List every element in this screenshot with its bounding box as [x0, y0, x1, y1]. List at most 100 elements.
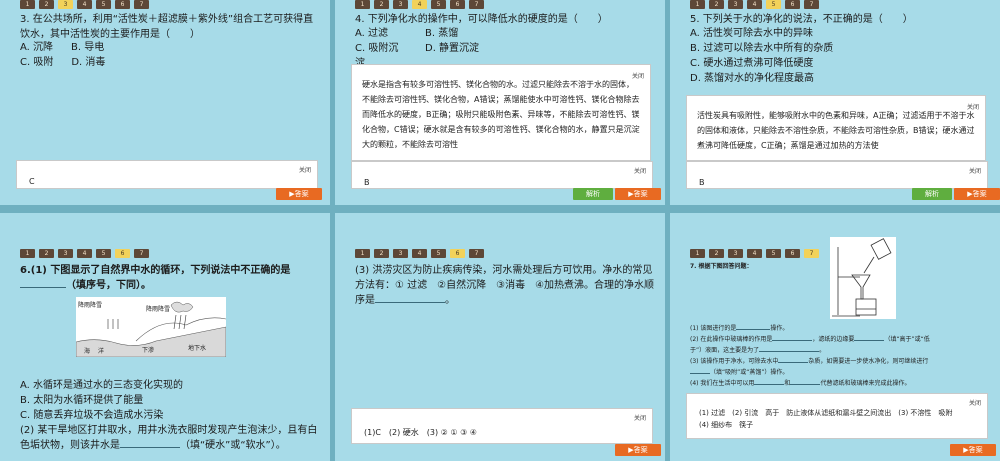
- question-part-a: (3) 洪涝灾区为防止疾病传染，河水需处理后方可饮用。净水的常见方法有：① 过滤…: [355, 265, 655, 306]
- answer-blank[interactable]: [20, 287, 66, 288]
- tab-3[interactable]: 3: [728, 0, 743, 9]
- question-tabs: 1 2 3 4 5 6 7: [690, 249, 819, 258]
- tab-6[interactable]: 6: [450, 0, 465, 9]
- answer-text: C: [29, 177, 35, 186]
- tab-4[interactable]: 4: [747, 249, 762, 258]
- tab-7[interactable]: 7: [804, 249, 819, 258]
- option-b: B. 过滤可以除去水中所有的杂质: [690, 43, 834, 54]
- answer-text: (1) 过滤 (2) 引流 高于 防止液体从滤纸和漏斗壁之间流出 (3) 不溶性…: [699, 407, 952, 431]
- tab-5[interactable]: 5: [431, 249, 446, 258]
- tab-4[interactable]: 4: [412, 249, 427, 258]
- tab-1[interactable]: 1: [690, 249, 705, 258]
- tab-1[interactable]: 1: [355, 249, 370, 258]
- q2-text: (2) 在此操作中玻璃棒的作用是: [690, 336, 773, 343]
- close-button[interactable]: 关闭: [969, 166, 981, 175]
- tab-5[interactable]: 5: [766, 0, 781, 9]
- explanation-button[interactable]: 解析: [573, 188, 613, 200]
- answer-box: 关闭 B: [686, 161, 988, 189]
- blank-6[interactable]: [690, 373, 710, 374]
- tab-7[interactable]: 7: [134, 249, 149, 258]
- answer-button[interactable]: ▶答案: [276, 188, 322, 200]
- tab-6[interactable]: 6: [450, 249, 465, 258]
- tab-1[interactable]: 1: [20, 0, 35, 9]
- blank-5[interactable]: [778, 362, 809, 363]
- tab-3[interactable]: 3: [58, 0, 73, 9]
- diagram-label-ocean: 洋: [98, 347, 104, 355]
- tab-7[interactable]: 7: [469, 249, 484, 258]
- tab-3[interactable]: 3: [393, 0, 408, 9]
- tab-7[interactable]: 7: [804, 0, 819, 9]
- blank-3[interactable]: [854, 340, 885, 341]
- blank-2[interactable]: [772, 340, 813, 341]
- answer-button[interactable]: ▶答案: [950, 444, 996, 456]
- tab-2[interactable]: 2: [39, 0, 54, 9]
- question-text: 6.(1) 下图显示了自然界中水的循环，下列说法中不正确的是 （填序号，下同）。: [20, 263, 320, 293]
- q3-text: (3) 该操作用于净水，可除去水中: [690, 358, 779, 365]
- answer-box: 关闭 B: [351, 161, 653, 189]
- tab-3[interactable]: 3: [393, 249, 408, 258]
- tab-4[interactable]: 4: [77, 249, 92, 258]
- tab-2[interactable]: 2: [709, 249, 724, 258]
- answer-button[interactable]: ▶答案: [615, 188, 661, 200]
- question-text: (3) 洪涝灾区为防止疾病传染，河水需处理后方可饮用。净水的常见方法有：① 过滤…: [355, 263, 655, 308]
- q3-tail: （填“吸附”或“蒸馏”）操作。: [710, 369, 789, 376]
- options: A. 水循环是通过水的三态变化实现的 B. 太阳为水循环提供了能量 C. 随意丢…: [20, 378, 183, 423]
- close-button[interactable]: 关闭: [634, 413, 646, 422]
- tab-6[interactable]: 6: [115, 249, 130, 258]
- tab-3[interactable]: 3: [728, 249, 743, 258]
- q2-mid: ，滤纸的边缘要: [812, 336, 855, 343]
- answer-box: 关闭 (1)C (2) 硬水 (3) ② ① ③ ④: [351, 408, 653, 444]
- question-part-a: 6.(1) 下图显示了自然界中水的循环，下列说法中不正确的是: [20, 265, 291, 276]
- answer-button[interactable]: ▶答案: [954, 188, 1000, 200]
- q4-text: (4) 我们在生活中可以用: [690, 380, 755, 387]
- close-button[interactable]: 关闭: [969, 398, 981, 407]
- slide-question-6: 1 2 3 4 5 6 7 6.(1) 下图显示了自然界中水的循环，下列说法中不…: [0, 213, 330, 461]
- answer-button[interactable]: ▶答案: [615, 444, 661, 456]
- tab-1[interactable]: 1: [690, 0, 705, 9]
- close-button[interactable]: 关闭: [967, 100, 979, 115]
- explanation-button[interactable]: 解析: [912, 188, 952, 200]
- tab-2[interactable]: 2: [39, 249, 54, 258]
- tab-6[interactable]: 6: [115, 0, 130, 9]
- answer-blank-2[interactable]: [120, 447, 180, 448]
- tab-1[interactable]: 1: [20, 249, 35, 258]
- explanation-panel: 关闭 活性炭具有吸附性，能够吸附水中的色素和异味，A正确；过滤适用于不溶于水的固…: [686, 95, 986, 161]
- option-c: C. 硬水通过煮沸可降低硬度: [690, 58, 814, 69]
- tab-5[interactable]: 5: [96, 249, 111, 258]
- tab-2[interactable]: 2: [374, 0, 389, 9]
- water-cycle-diagram: 降雨降雪 降雨降雪 海 洋 下渗 地下水: [76, 297, 226, 357]
- q2-tail: （填“高于”或“低: [884, 336, 930, 343]
- tab-2[interactable]: 2: [374, 249, 389, 258]
- tab-3[interactable]: 3: [58, 249, 73, 258]
- close-button[interactable]: 关闭: [299, 165, 311, 174]
- answer-blank[interactable]: [375, 302, 445, 303]
- q1-text: (1) 该图进行的是: [690, 325, 737, 332]
- tab-7[interactable]: 7: [134, 0, 149, 9]
- blank-4[interactable]: [759, 351, 820, 352]
- tab-1[interactable]: 1: [355, 0, 370, 9]
- blank-8[interactable]: [790, 384, 821, 385]
- tab-6[interactable]: 6: [785, 0, 800, 9]
- diagram-label-rain-right: 降雨降雪: [146, 305, 170, 313]
- tab-6[interactable]: 6: [785, 249, 800, 258]
- question-tabs: 1 2 3 4 5 6 7: [355, 0, 484, 9]
- tab-4[interactable]: 4: [747, 0, 762, 9]
- tab-5[interactable]: 5: [96, 0, 111, 9]
- tab-4[interactable]: 4: [77, 0, 92, 9]
- tab-2[interactable]: 2: [709, 0, 724, 9]
- option-b: B. 蒸馏: [425, 28, 459, 39]
- tab-5[interactable]: 5: [431, 0, 446, 9]
- slide-question-5: 1 2 3 4 5 6 7 5. 下列关于水的净化的说法，不正确的是（ ） A.…: [670, 0, 1000, 205]
- option-c: C. 随意丢弃垃圾不会造成水污染: [20, 410, 164, 421]
- close-button[interactable]: 关闭: [634, 166, 646, 175]
- tab-4[interactable]: 4: [412, 0, 427, 9]
- answer-box: 关闭 (1) 过滤 (2) 引流 高于 防止液体从滤纸和漏斗壁之间流出 (3) …: [686, 393, 988, 439]
- blank-7[interactable]: [754, 384, 785, 385]
- question-tabs: 1 2 3 4 5 6 7: [690, 0, 819, 9]
- tab-7[interactable]: 7: [469, 0, 484, 9]
- option-d: D. 消毒: [71, 57, 106, 68]
- blank-1[interactable]: [736, 329, 771, 330]
- question-text: 4. 下列净化水的操作中，可以降低水的硬度的是（ ）: [355, 14, 608, 25]
- close-button[interactable]: 关闭: [632, 69, 644, 84]
- tab-5[interactable]: 5: [766, 249, 781, 258]
